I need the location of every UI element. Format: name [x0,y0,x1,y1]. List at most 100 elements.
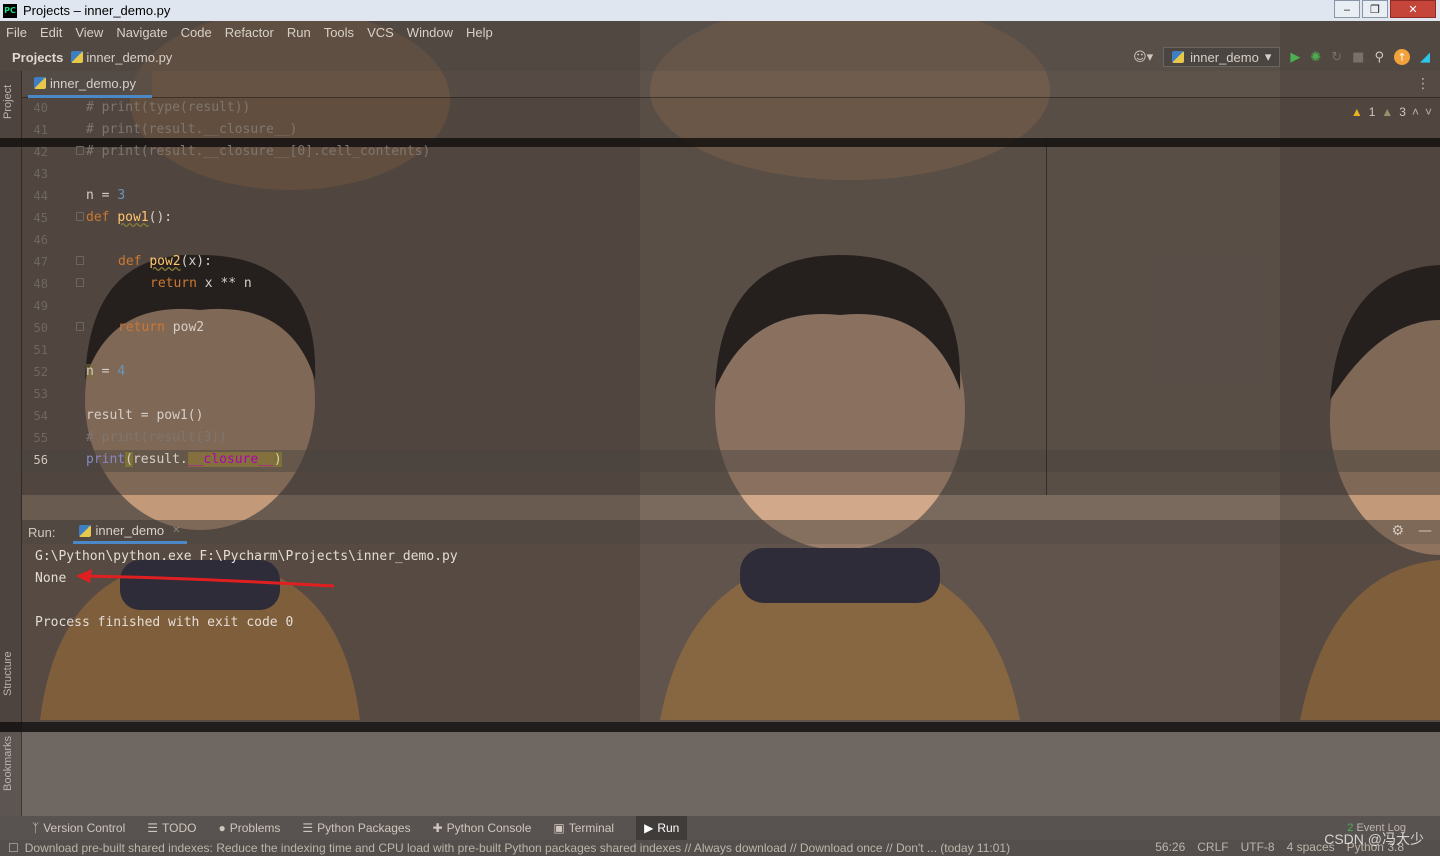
fold-marker-icon[interactable] [76,146,84,155]
code-token: 4 [117,364,126,379]
search-icon[interactable]: ⚲ [1374,50,1384,65]
update-icon[interactable]: ↑ [1394,49,1410,65]
terminal-icon: ▣ [553,821,565,835]
minimize-button[interactable]: ‒ [1334,0,1360,18]
menu-bar: File Edit View Navigate Code Refactor Ru… [0,21,1440,43]
stop-icon[interactable]: ■ [1352,50,1364,65]
structure-tool-button[interactable]: Structure [2,651,14,696]
csdn-watermark: CSDN @冯大少 [1324,831,1424,847]
next-highlight-icon[interactable]: ˅ [1425,105,1432,119]
code-line: # print(type(result)) [86,100,251,115]
tool-terminal[interactable]: ▣ Terminal [553,821,614,835]
python-console-icon: ✚ [432,821,443,835]
window-title: Projects – inner_demo.py [23,3,171,18]
file-encoding[interactable]: UTF-8 [1241,840,1275,854]
code-token: x ** n [204,276,252,291]
right-margin-guide [1046,138,1047,495]
menu-help[interactable]: Help [466,25,493,40]
inspection-widget[interactable]: ▲ 1 ▲ 3 ˄ ˅ [1351,105,1432,119]
code-line: result = pow1() [86,408,204,423]
line-number: 49 [33,299,48,313]
maximize-button[interactable]: ❐ [1362,0,1388,18]
tool-python-packages[interactable]: ☰ Python Packages [302,821,410,835]
run-configuration-select[interactable]: inner_demo ▾ [1163,47,1281,67]
breadcrumb-project[interactable]: Projects [12,50,63,65]
tool-version-control[interactable]: ᛉ Version Control [32,821,125,835]
menu-run[interactable]: Run [287,25,311,40]
panel-divider-band [0,722,1440,732]
run-configuration-label: inner_demo [1190,49,1259,65]
menu-code[interactable]: Code [181,25,212,40]
code-line: return x ** n [150,276,252,291]
list-icon: ☰ [147,821,159,835]
tool-label: Run [657,821,680,835]
code-token: pow1 [117,210,149,225]
console-line: G:\Python\python.exe F:\Pycharm\Projects… [35,549,458,564]
caret-position[interactable]: 56:26 [1155,840,1185,854]
chevron-down-icon: ▾ [1264,49,1272,64]
python-file-icon [79,524,92,537]
status-checkbox-icon[interactable]: ☐ [8,841,19,855]
tool-python-console[interactable]: ✚ Python Console [433,821,532,835]
settings-gear-icon[interactable]: ⚙ [1391,523,1404,539]
code-token: result. [132,452,188,467]
line-ending[interactable]: CRLF [1197,840,1228,854]
red-annotation-arrow [76,569,335,588]
status-message[interactable]: Download pre-built shared indexes: Reduc… [25,841,1010,855]
code-token: return [118,320,173,335]
code-token: (x): [180,254,212,269]
breadcrumb-file[interactable]: inner_demo.py [71,50,172,65]
tool-run[interactable]: ▶ Run [636,816,688,840]
run-tab-inner-demo[interactable]: inner_demo ✕ [73,520,187,544]
code-token: ) [273,452,282,467]
line-number: 48 [33,277,48,291]
menu-edit[interactable]: Edit [40,25,62,40]
code-token: n [86,364,94,379]
menu-view[interactable]: View [75,25,103,40]
close-tab-icon[interactable]: ✕ [172,525,180,536]
tool-label: Python Packages [317,821,411,835]
coverage-icon[interactable]: ↻ [1331,50,1342,65]
tool-todo[interactable]: ☰ TODO [147,821,196,835]
tool-label: TODO [162,821,197,835]
run-icon[interactable]: ▶ [1290,50,1300,65]
navigation-bar: Projects inner_demo.py ☺▾ inner_demo ▾ ▶… [0,43,1440,71]
code-line-current: print(result.__closure__) [86,452,282,467]
code-token: def [118,254,150,269]
code-line: # print(result.__closure__[0].cell_conte… [86,144,431,159]
bookmarks-tool-button[interactable]: Bookmarks [2,736,14,791]
fold-marker-icon[interactable] [76,278,84,287]
menu-refactor[interactable]: Refactor [225,25,274,40]
python-file-icon [71,51,84,63]
debug-icon[interactable]: ✺ [1310,50,1321,65]
code-line: n = 4 [86,364,125,379]
project-tool-button[interactable]: Project [2,85,14,119]
user-account-icon[interactable]: ☺▾ [1133,50,1153,65]
fold-marker-icon[interactable] [76,212,84,221]
previous-highlight-icon[interactable]: ˄ [1412,105,1419,119]
code-line: # print(result(3)) [86,430,227,445]
code-token: pow2 [172,320,205,335]
fold-marker-icon[interactable] [76,256,84,265]
console-line: Process finished with exit code 0 [35,615,294,630]
line-number: 55 [33,431,48,445]
menu-vcs[interactable]: VCS [367,25,394,40]
left-tool-strip: Project Structure Bookmarks [0,71,22,816]
tool-problems[interactable]: ● Problems [218,821,280,835]
menu-window[interactable]: Window [407,25,453,40]
python-file-icon [34,77,46,89]
menu-tools[interactable]: Tools [324,25,354,40]
hide-panel-icon[interactable]: — [1418,523,1432,539]
close-button[interactable]: ✕ [1390,0,1436,18]
fold-marker-icon[interactable] [76,322,84,331]
tab-inner-demo[interactable]: inner_demo.py [28,71,152,98]
menu-file[interactable]: File [6,25,27,40]
code-editor[interactable]: ▲ 1 ▲ 3 ˄ ˅ 40 41 42 43 44 45 46 47 48 4… [0,98,1440,495]
menu-navigate[interactable]: Navigate [116,25,167,40]
jetbrains-toolbox-icon[interactable]: ◢ [1420,50,1430,65]
code-line: def pow2(x): [118,254,212,269]
warning-icon: ▲ [1350,105,1363,119]
more-options-icon[interactable]: ⋮ [1416,76,1430,92]
tool-window-bar: ᛉ Version Control ☰ TODO ● Problems ☰ Python… [0,816,1440,840]
tool-label: Python Console [446,821,532,835]
